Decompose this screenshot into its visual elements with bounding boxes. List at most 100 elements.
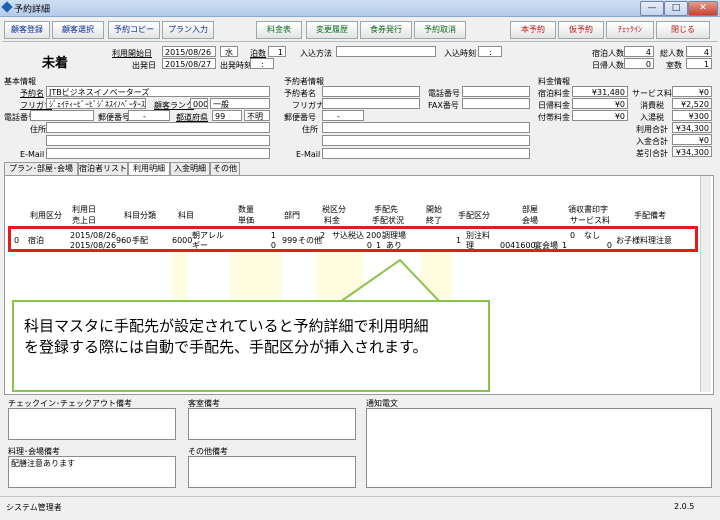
booker-zip-field[interactable]: ___-____ <box>322 110 364 121</box>
address-field-1[interactable] <box>46 122 270 133</box>
tab-payment-details[interactable]: 入金明細 <box>170 162 210 176</box>
tab-other[interactable]: その他 <box>210 162 240 176</box>
booker-fax-field[interactable] <box>462 98 530 109</box>
stay-fee-field: ¥31,480 <box>572 86 628 97</box>
pref-field: 不明 <box>244 110 270 121</box>
close-button[interactable]: 閉じる <box>656 21 710 39</box>
consumption-tax-label: 消費税 <box>640 101 664 110</box>
booker-zip-label: 郵便番号 <box>284 113 316 122</box>
app-icon <box>1 1 13 13</box>
status-version: 2.0.5 <box>674 502 695 511</box>
toolbar-divider <box>2 41 718 42</box>
depart-time-field[interactable]: __:__ <box>250 58 274 69</box>
confirm-reservation-button[interactable]: 本予約 <box>510 21 556 39</box>
entry-time-label: 入込時刻 <box>444 49 476 58</box>
col-quantity: 数量 <box>238 205 254 214</box>
window-title: 予約詳細 <box>14 5 51 15</box>
cancel-reservation-button[interactable]: 予約取消 <box>414 21 466 39</box>
col-service: サービス料 <box>570 216 610 225</box>
title-bar: 予約詳細 — □ ✕ <box>0 0 720 17</box>
nights-field[interactable]: 1 <box>268 46 286 57</box>
bath-tax-field: ¥300 <box>672 110 712 121</box>
col-tax-type: 税区分 <box>322 205 346 214</box>
reservation-name-field[interactable]: JTBビジネスイノベーターズ <box>46 86 270 97</box>
checkin-memo-field[interactable] <box>8 408 176 440</box>
paid-total-field: ¥0 <box>672 134 712 145</box>
booker-email-field[interactable] <box>322 148 530 159</box>
minimize-button[interactable]: — <box>640 1 664 16</box>
maximize-button[interactable]: □ <box>664 1 688 16</box>
balance-label: 差引合計 <box>636 149 668 158</box>
col-use-date: 利用日 <box>72 205 96 214</box>
food-memo-text: 配膳注意あります <box>11 459 75 468</box>
highlight-box <box>8 226 698 252</box>
customer-register-button[interactable]: 顧客登録 <box>4 21 50 39</box>
use-total-label: 利用合計 <box>636 125 668 134</box>
depart-date-field[interactable]: 2015/08/27 <box>162 58 216 69</box>
room-memo-field[interactable] <box>188 408 356 440</box>
booker-info-section: 予約者情報 <box>284 77 324 86</box>
booker-address-field-1[interactable] <box>322 122 530 133</box>
col-unit-price: 単価 <box>238 216 254 225</box>
entry-method-label: 入込方法 <box>300 49 332 58</box>
customer-select-button[interactable]: 顧客選択 <box>52 21 104 39</box>
tab-guest-list[interactable]: 宿泊者リスト <box>78 162 128 176</box>
plan-input-button[interactable]: プラン入力 <box>162 21 214 39</box>
zip-field[interactable]: ___-____ <box>128 110 170 121</box>
change-history-button[interactable]: 変更履歴 <box>306 21 358 39</box>
grid-scrollbar[interactable] <box>700 176 711 392</box>
guests-field[interactable]: 4 <box>624 46 654 57</box>
tab-plan-room-venue[interactable]: プラン･部屋･会場 <box>4 162 78 176</box>
tab-usage-details[interactable]: 利用明細 <box>128 162 170 176</box>
booker-tel-field[interactable] <box>462 86 530 97</box>
rooms-field[interactable]: 1 <box>686 58 712 69</box>
email-field[interactable] <box>46 148 270 159</box>
depart-time-label: 出発時刻 <box>220 61 252 70</box>
pref-code[interactable]: 99 <box>212 110 242 121</box>
tel-field[interactable] <box>30 110 94 121</box>
col-arrange-note: 手配備考 <box>634 211 666 220</box>
food-memo-field[interactable]: 配膳注意あります <box>8 456 176 488</box>
fee-table-button[interactable]: 料金表 <box>256 21 302 39</box>
col-sales-date: 売上日 <box>72 216 96 225</box>
entry-method-field[interactable] <box>336 46 436 57</box>
stay-fee-label: 宿泊料金 <box>538 89 570 98</box>
consumption-tax-field: ¥2,520 <box>672 98 712 109</box>
meal-ticket-button[interactable]: 食券発行 <box>360 21 412 39</box>
service-fee-field: ¥0 <box>672 86 712 97</box>
service-fee-label: サービス料 <box>632 89 672 98</box>
weekday-field: 水 <box>220 46 238 57</box>
col-supplier-status: 手配状況 <box>372 216 404 225</box>
depart-date-label: 出発日 <box>132 61 156 70</box>
email-label: E-Mail <box>20 150 45 159</box>
col-receipt: 領収書印字 <box>568 205 608 214</box>
reservation-copy-button[interactable]: 予約コピー <box>108 21 160 39</box>
day-guests-field[interactable]: 0 <box>624 58 654 69</box>
extra-fee-label: 付帯料金 <box>538 113 570 122</box>
basic-info-section: 基本情報 <box>4 77 36 86</box>
booker-address-field-2[interactable] <box>322 135 530 146</box>
notice-field[interactable] <box>366 408 712 488</box>
address-field-2[interactable] <box>46 135 270 146</box>
other-memo-field[interactable] <box>188 456 356 488</box>
rooms-label: 室数 <box>666 61 682 70</box>
start-date-label: 利用開始日 <box>112 49 152 58</box>
arrival-status: 未着 <box>42 56 69 71</box>
checkin-button[interactable]: ﾁｪｯｸｲﾝ <box>606 21 654 39</box>
close-window-button[interactable]: ✕ <box>688 1 718 16</box>
col-supplier: 手配先 <box>374 205 398 214</box>
tentative-reservation-button[interactable]: 仮予約 <box>558 21 604 39</box>
kana-field[interactable]: ｼﾞｪｲﾃｨｰﾋﾞｰﾋﾞｼﾞﾈｽｲﾉﾍﾞｰﾀｰｽﾞ <box>46 98 146 109</box>
booker-kana-field[interactable] <box>322 98 420 109</box>
total-people-label: 総人数 <box>660 49 684 58</box>
entry-time-field[interactable]: __:__ <box>478 46 502 57</box>
customer-rank-code[interactable]: 000 <box>190 98 208 109</box>
booker-tel-label: 電話番号 <box>428 89 460 98</box>
col-venue: 会場 <box>522 216 538 225</box>
status-user: システム管理者 <box>6 503 62 512</box>
booker-fax-label: FAX番号 <box>428 101 459 110</box>
start-date-field[interactable]: 2015/08/26 <box>162 46 216 57</box>
booker-name-field[interactable] <box>322 86 420 97</box>
col-start: 開始 <box>426 205 442 214</box>
guests-label: 宿泊人数 <box>592 49 624 58</box>
